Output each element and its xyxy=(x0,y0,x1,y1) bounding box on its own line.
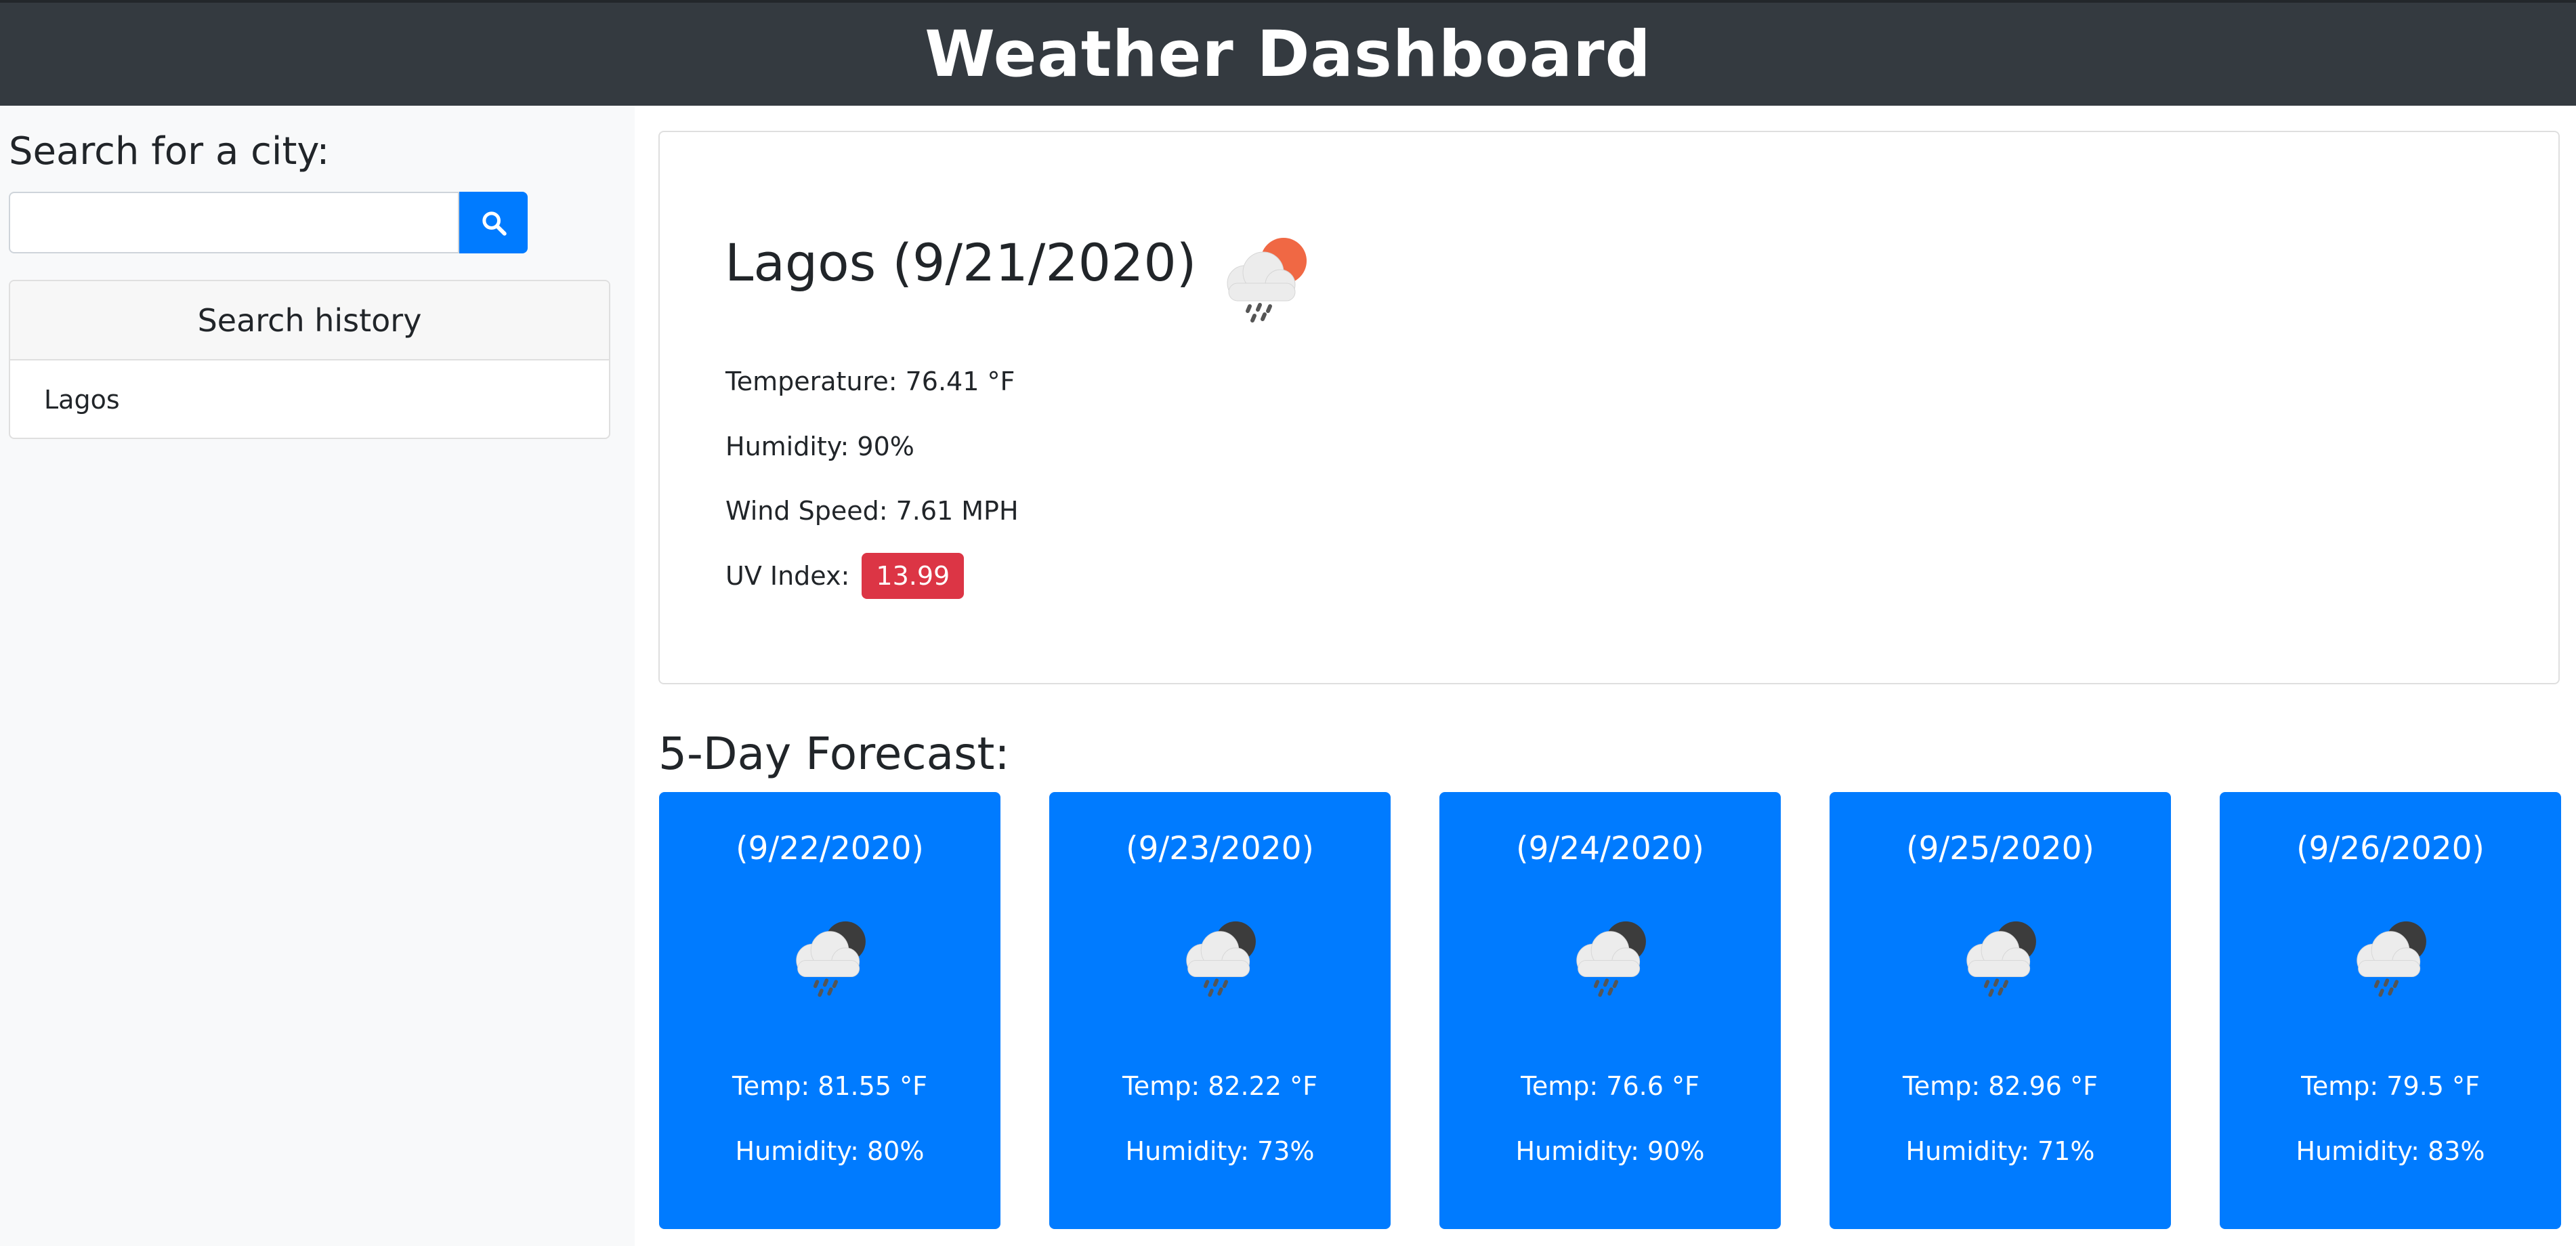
current-uv-index: UV Index: 13.99 xyxy=(725,553,965,599)
sidebar xyxy=(0,106,635,1246)
uv-index-badge: 13.99 xyxy=(862,553,965,599)
rain-cloud-sun-icon xyxy=(1227,238,1307,323)
forecast-date: (9/23/2020) xyxy=(1126,830,1314,867)
current-city-title: Lagos (9/21/2020) xyxy=(725,232,1197,293)
app-title: Weather Dashboard xyxy=(925,17,1651,91)
forecast-card: (9/22/2020) Temp: 81.55 °F Humidity: 80% xyxy=(659,792,1000,1229)
forecast-date: (9/25/2020) xyxy=(1906,830,2094,867)
search-button[interactable] xyxy=(459,192,528,253)
forecast-date: (9/26/2020) xyxy=(2296,830,2485,867)
forecast-temp: Temp: 79.5 °F xyxy=(2301,1071,2480,1101)
current-wind-speed: Wind Speed: 7.61 MPH xyxy=(725,496,1019,526)
city-search-input[interactable] xyxy=(9,192,459,253)
forecast-card: (9/24/2020) Temp: 76.6 °F Humidity: 90% xyxy=(1439,792,1781,1229)
forecast-humidity: Humidity: 80% xyxy=(735,1136,925,1166)
current-humidity: Humidity: 90% xyxy=(725,432,914,461)
forecast-temp: Temp: 82.96 °F xyxy=(1903,1071,2098,1101)
search-history-title: Search history xyxy=(10,281,609,360)
forecast-date: (9/22/2020) xyxy=(736,830,924,867)
forecast-date: (9/24/2020) xyxy=(1516,830,1704,867)
current-temperature: Temperature: 76.41 °F xyxy=(725,367,1015,396)
forecast-temp: Temp: 82.22 °F xyxy=(1122,1071,1317,1101)
rain-cloud-moon-icon xyxy=(1966,921,2036,997)
search-history-card: Search history Lagos xyxy=(9,280,610,439)
forecast-humidity: Humidity: 90% xyxy=(1515,1136,1705,1166)
history-item-lagos[interactable]: Lagos xyxy=(10,360,609,438)
forecast-humidity: Humidity: 83% xyxy=(2296,1136,2485,1166)
rain-cloud-moon-icon xyxy=(2357,921,2426,997)
forecast-humidity: Humidity: 71% xyxy=(1905,1136,2095,1166)
rain-cloud-moon-icon xyxy=(1186,921,1256,997)
uv-index-label: UV Index: xyxy=(725,561,850,591)
forecast-title: 5-Day Forecast: xyxy=(658,728,1010,780)
forecast-card: (9/25/2020) Temp: 82.96 °F Humidity: 71% xyxy=(1830,792,2171,1229)
search-label: Search for a city: xyxy=(9,129,330,173)
current-weather-card xyxy=(658,131,2560,684)
forecast-temp: Temp: 81.55 °F xyxy=(732,1071,927,1101)
forecast-card: (9/23/2020) Temp: 82.22 °F Humidity: 73% xyxy=(1049,792,1391,1229)
search-icon xyxy=(482,211,507,236)
rain-cloud-moon-icon xyxy=(796,921,866,997)
rain-cloud-moon-icon xyxy=(1576,921,1646,997)
forecast-temp: Temp: 76.6 °F xyxy=(1521,1071,1699,1101)
forecast-card: (9/26/2020) Temp: 79.5 °F Humidity: 83% xyxy=(2220,792,2561,1229)
app-header: Weather Dashboard xyxy=(0,0,2576,106)
forecast-humidity: Humidity: 73% xyxy=(1125,1136,1315,1166)
